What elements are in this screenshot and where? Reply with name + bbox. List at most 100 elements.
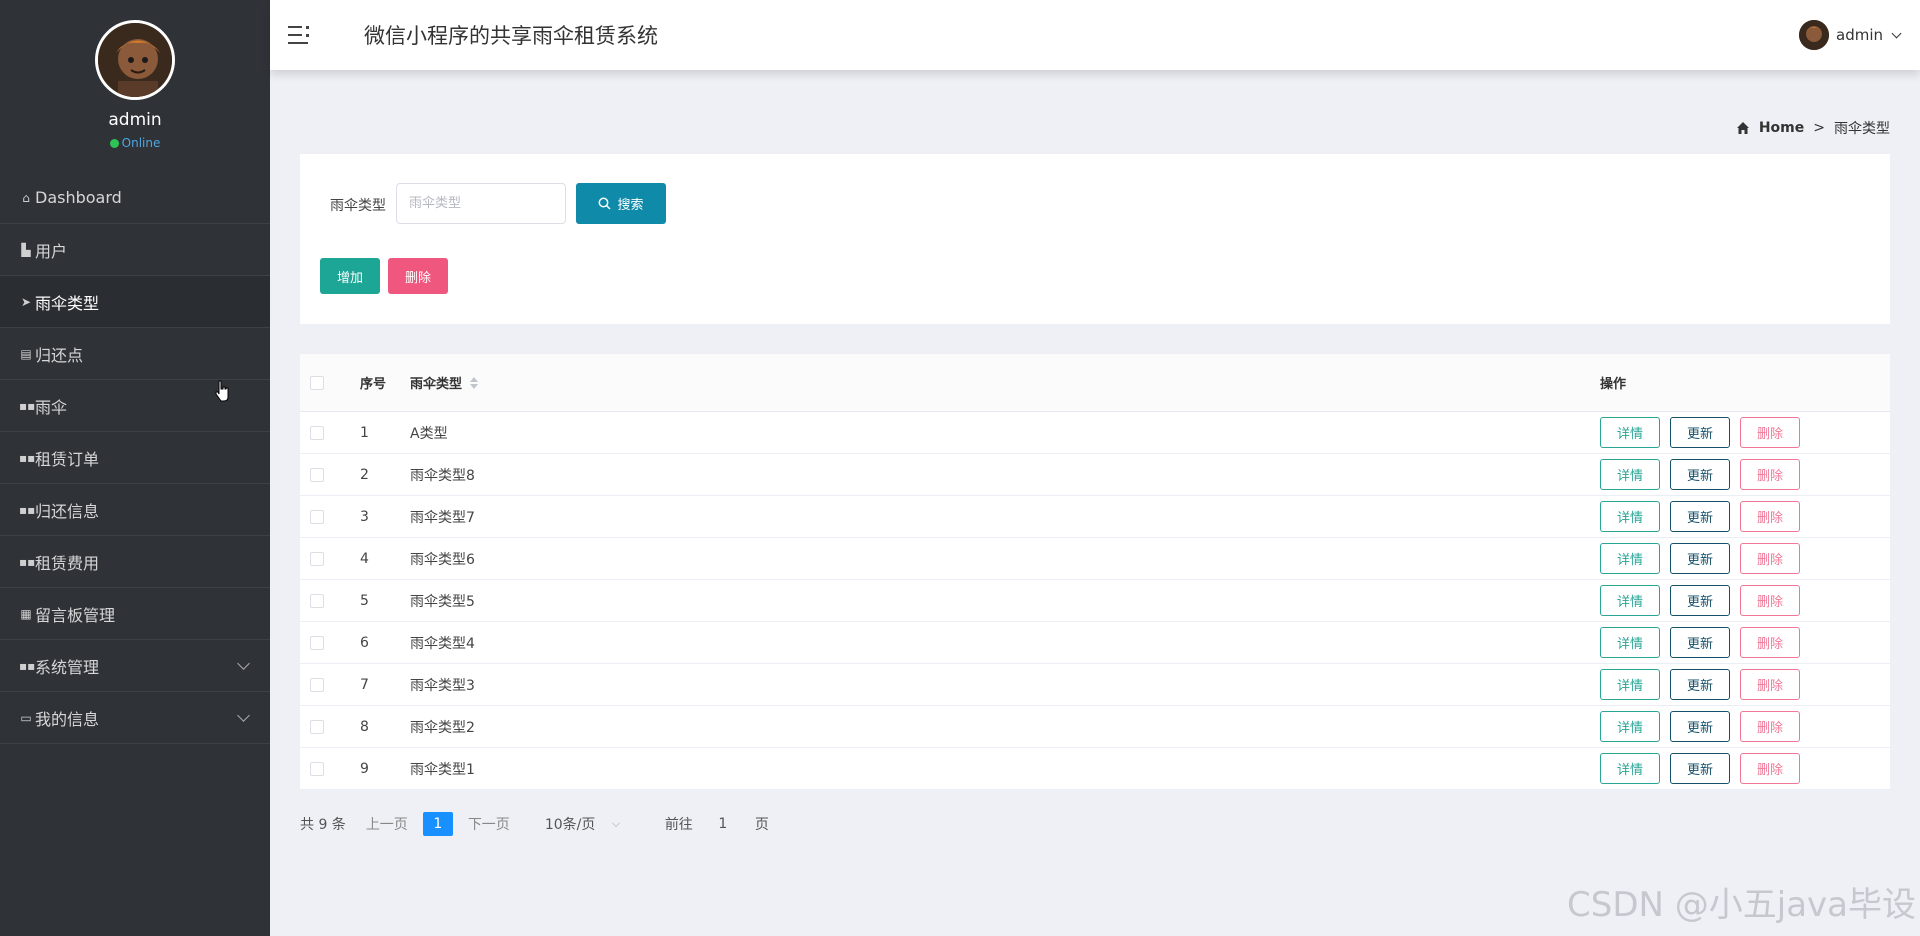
- page-size-select[interactable]: 10条/页: [545, 814, 625, 834]
- profile-name: admin: [108, 110, 162, 130]
- sidebar-item-users[interactable]: ▙ 用户: [0, 224, 270, 276]
- update-button[interactable]: 更新: [1670, 543, 1730, 574]
- row-delete-button[interactable]: 删除: [1740, 585, 1800, 616]
- row-delete-button[interactable]: 删除: [1740, 627, 1800, 658]
- row-checkbox[interactable]: [310, 551, 324, 566]
- avatar: [95, 20, 175, 100]
- sidebar-item-rental-orders[interactable]: ▪▪ 租赁订单: [0, 432, 270, 484]
- pagination-goto-input[interactable]: 1: [711, 816, 735, 832]
- row-checkbox[interactable]: [310, 425, 324, 440]
- search-panel: 雨伞类型 搜索 增加 删除: [300, 154, 1890, 324]
- row-actions: 详情 更新 删除: [1600, 706, 1800, 747]
- profile-status: Online: [109, 136, 161, 150]
- detail-button[interactable]: 详情: [1600, 417, 1660, 448]
- detail-button[interactable]: 详情: [1600, 543, 1660, 574]
- sidebar-item-return-info[interactable]: ▪▪ 归还信息: [0, 484, 270, 536]
- detail-button[interactable]: 详情: [1600, 459, 1660, 490]
- update-button[interactable]: 更新: [1670, 711, 1730, 742]
- delete-button[interactable]: 删除: [388, 258, 448, 294]
- grid-icon: ▦: [20, 606, 32, 621]
- row-type: 雨伞类型8: [410, 467, 475, 484]
- detail-button[interactable]: 详情: [1600, 669, 1660, 700]
- chevron-down-icon: [1891, 28, 1902, 38]
- row-delete-button[interactable]: 删除: [1740, 417, 1800, 448]
- row-type: 雨伞类型1: [410, 761, 475, 778]
- row-index: 5: [360, 592, 369, 609]
- pagination-prev[interactable]: 上一页: [366, 814, 408, 834]
- search-label: 雨伞类型: [330, 198, 386, 214]
- sidebar-item-system-management[interactable]: ▪▪ 系统管理: [0, 640, 270, 692]
- sidebar-item-label: 用户: [35, 241, 68, 261]
- row-delete-button[interactable]: 删除: [1740, 543, 1800, 574]
- row-checkbox[interactable]: [310, 719, 324, 734]
- detail-button[interactable]: 详情: [1600, 711, 1660, 742]
- send-icon: ➤: [20, 294, 32, 309]
- detail-button[interactable]: 详情: [1600, 753, 1660, 784]
- column-header-type[interactable]: 雨伞类型: [410, 354, 479, 411]
- pagination-goto-label: 前往: [664, 817, 693, 833]
- row-type: 雨伞类型3: [410, 677, 475, 694]
- select-all-checkbox[interactable]: [310, 375, 324, 390]
- sidebar-item-dashboard[interactable]: ⌂ Dashboard: [0, 172, 270, 224]
- status-text: Online: [121, 136, 161, 150]
- row-checkbox[interactable]: [310, 677, 324, 692]
- table-row: 9 雨伞类型1 详情 更新 删除: [300, 748, 1890, 790]
- breadcrumb-home[interactable]: Home: [1759, 120, 1804, 136]
- row-actions: 详情 更新 删除: [1600, 748, 1800, 789]
- row-delete-button[interactable]: 删除: [1740, 669, 1800, 700]
- update-button[interactable]: 更新: [1670, 417, 1730, 448]
- row-index: 9: [360, 760, 369, 777]
- breadcrumb-separator: >: [1813, 120, 1825, 136]
- pagination-next[interactable]: 下一页: [468, 814, 510, 834]
- row-actions: 详情 更新 删除: [1600, 622, 1800, 663]
- sidebar-item-rental-fees[interactable]: ▪▪ 租赁费用: [0, 536, 270, 588]
- update-button[interactable]: 更新: [1670, 501, 1730, 532]
- pagination-total: 共 9 条: [300, 817, 346, 833]
- row-type: 雨伞类型4: [410, 635, 475, 652]
- row-checkbox[interactable]: [310, 635, 324, 650]
- row-type: A类型: [410, 425, 448, 442]
- clipboard-icon: ▤: [20, 346, 32, 361]
- page-size-value: 10条/页: [544, 817, 596, 833]
- chevron-down-icon: [612, 818, 621, 827]
- column-header-ops: 操作: [1600, 377, 1627, 392]
- sidebar-item-return-point[interactable]: ▤ 归还点: [0, 328, 270, 380]
- row-checkbox[interactable]: [310, 761, 324, 776]
- chevron-down-icon: [237, 657, 250, 670]
- update-button[interactable]: 更新: [1670, 585, 1730, 616]
- search-input[interactable]: [396, 183, 566, 224]
- sidebar-item-message-board[interactable]: ▦ 留言板管理: [0, 588, 270, 640]
- row-delete-button[interactable]: 删除: [1740, 711, 1800, 742]
- breadcrumb-current: 雨伞类型: [1834, 121, 1890, 137]
- table-row: 3 雨伞类型7 详情 更新 删除: [300, 496, 1890, 538]
- sidebar-item-my-info[interactable]: ▭ 我的信息: [0, 692, 270, 744]
- row-delete-button[interactable]: 删除: [1740, 501, 1800, 532]
- row-checkbox[interactable]: [310, 467, 324, 482]
- sidebar: admin Online ⌂ Dashboard ▙ 用户 ➤ 雨伞类型 ▤ 归…: [0, 0, 270, 936]
- row-delete-button[interactable]: 删除: [1740, 753, 1800, 784]
- row-index: 3: [360, 508, 369, 525]
- search-button[interactable]: 搜索: [576, 183, 666, 224]
- sidebar-item-label: 归还点: [35, 345, 84, 365]
- add-button[interactable]: 增加: [320, 258, 380, 294]
- sidebar-item-label: 雨伞类型: [35, 293, 100, 313]
- update-button[interactable]: 更新: [1670, 753, 1730, 784]
- sidebar-item-label: 留言板管理: [35, 605, 116, 625]
- id-card-icon: ▭: [20, 710, 32, 725]
- sort-icon[interactable]: [470, 376, 479, 389]
- menu-toggle-icon[interactable]: [288, 24, 312, 46]
- sidebar-menu: ⌂ Dashboard ▙ 用户 ➤ 雨伞类型 ▤ 归还点 ▪▪ 雨伞 ▪▪ 租…: [0, 172, 270, 744]
- update-button[interactable]: 更新: [1670, 669, 1730, 700]
- detail-button[interactable]: 详情: [1600, 627, 1660, 658]
- row-checkbox[interactable]: [310, 593, 324, 608]
- update-button[interactable]: 更新: [1670, 459, 1730, 490]
- detail-button[interactable]: 详情: [1600, 501, 1660, 532]
- update-button[interactable]: 更新: [1670, 627, 1730, 658]
- user-menu[interactable]: admin: [1799, 20, 1902, 50]
- sidebar-item-label: Dashboard: [35, 188, 122, 207]
- sidebar-item-umbrella-type[interactable]: ➤ 雨伞类型: [0, 276, 270, 328]
- detail-button[interactable]: 详情: [1600, 585, 1660, 616]
- row-delete-button[interactable]: 删除: [1740, 459, 1800, 490]
- pagination-page-current[interactable]: 1: [422, 812, 453, 836]
- row-checkbox[interactable]: [310, 509, 324, 524]
